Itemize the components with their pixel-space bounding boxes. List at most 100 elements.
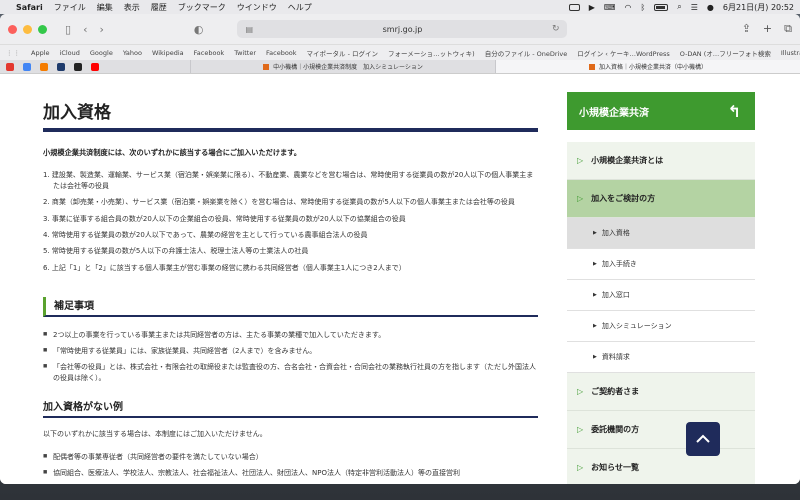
lead-text: 小規模企業共済制度には、次のいずれかに該当する場合にご加入いただけます。: [43, 148, 301, 157]
main-content: 加入資格 小規模企業共済制度には、次のいずれかに該当する場合にご加入いただけます…: [43, 88, 538, 483]
nav-label: 加入手続き: [601, 260, 637, 268]
reload-icon[interactable]: ↻: [552, 24, 560, 34]
nav-label: お知らせ一覧: [591, 463, 639, 472]
clock[interactable]: 6月21日(月) 20:52: [723, 2, 794, 13]
nav-sub-eligibility[interactable]: ▶ 加入資格: [567, 218, 755, 249]
favorite-link[interactable]: マイポータル - ログイン: [307, 48, 378, 58]
sidebar-toggle-icon[interactable]: ▯: [65, 23, 71, 36]
sidebar-header-label: 小規模企業共済: [579, 107, 649, 119]
bullet-triangle-icon: ▶: [593, 354, 597, 360]
grid-icon[interactable]: ⋮⋮: [6, 49, 21, 57]
keyboard-icon[interactable]: ⌨: [604, 3, 616, 12]
browser-toolbar: ▯ ‹ › ◐ ▤ smrj.go.jp ↻ ⇪ + ⧉: [0, 14, 800, 44]
sidebar-nav: 小規模企業共済 ↰ ▷ 小規模企業共済とは ▷ 加入をご検討の方 ▶ 加入資格: [567, 92, 755, 484]
chevron-right-icon: ▷: [577, 387, 584, 396]
battery-icon[interactable]: [654, 3, 669, 11]
list-item: 配偶者等の事業専従者（共同経営者の要件を満たしていない場合）: [43, 452, 538, 463]
ineligible-lead: 以下のいずれかに該当する場合は、本制度にはご加入いただけません。: [43, 429, 267, 438]
menu-app-name[interactable]: Safari: [16, 3, 43, 12]
nav-label: 資料請求: [601, 353, 630, 361]
new-tab-icon[interactable]: +: [763, 22, 772, 36]
favorite-link[interactable]: Facebook: [266, 49, 297, 57]
menu-window[interactable]: ウインドウ: [237, 2, 277, 13]
nav-sub-simulation[interactable]: ▶ 加入シミュレーション: [567, 311, 755, 342]
nav-label: 加入シミュレーション: [601, 322, 672, 330]
control-center-icon[interactable]: ☰: [691, 3, 698, 12]
tab-simulation[interactable]: 中小機構｜小規模企業共済制度 加入シミュレーション: [190, 60, 495, 73]
zoom-window-button[interactable]: [38, 24, 47, 34]
bullet-triangle-icon: ▶: [593, 292, 597, 298]
menu-view[interactable]: 表示: [124, 2, 140, 13]
tab-favicon-icon: [263, 63, 270, 70]
sidebar-header[interactable]: 小規模企業共済 ↰: [567, 92, 755, 130]
window-controls: [8, 24, 53, 34]
nav-sub-counter[interactable]: ▶ 加入窓口: [567, 280, 755, 311]
screen-mirroring-icon[interactable]: [568, 3, 580, 11]
menu-bookmarks[interactable]: ブックマーク: [178, 2, 226, 13]
url-text: smrj.go.jp: [382, 24, 423, 34]
nav-considering[interactable]: ▷ 加入をご検討の方: [567, 180, 755, 218]
share-icon[interactable]: ⇪: [742, 22, 751, 36]
macos-menu-bar: Safari ファイル 編集 表示 履歴 ブックマーク ウインドウ ヘルプ ▶ …: [0, 0, 800, 14]
wifi-icon[interactable]: ◠: [624, 3, 631, 12]
status-area: ▶ ⌨ ◠ ᛒ ⌕ ☰ ● 6月21日(月) 20:52: [560, 2, 794, 13]
close-window-button[interactable]: [8, 24, 17, 34]
blogger-icon[interactable]: [40, 62, 48, 71]
forward-icon[interactable]: ›: [99, 23, 103, 36]
back-to-top-button[interactable]: [686, 422, 720, 456]
chevron-right-icon: ▷: [577, 425, 584, 434]
tab-favicon-icon: [588, 63, 595, 70]
chevron-right-icon: ▷: [577, 194, 584, 203]
youtube-icon[interactable]: [91, 62, 99, 71]
list-item: 「会社等の役員」とは、株式会社・有限会社の取締役または監査役の方、合名会社・合資…: [43, 362, 538, 384]
notes-list: 2つ以上の事業を行っている事業主または共同経営者の方は、主たる事業の業種で加入し…: [43, 330, 538, 383]
list-item: 協同組合、医療法人、学校法人、宗教法人、社会福祉法人、社団法人、財団法人、NPO…: [43, 468, 538, 479]
list-item: 3. 事業に従事する組合員の数が20人以下の企業組合の役員、常時使用する従業員の…: [43, 214, 406, 223]
favorite-link[interactable]: ログイン ‹ ケーキ…WordPress: [577, 48, 670, 58]
google-icon[interactable]: [23, 62, 31, 71]
back-icon[interactable]: ‹: [83, 23, 87, 36]
bullet-triangle-icon: ▶: [593, 261, 597, 267]
favorite-link[interactable]: フォーメーショ…ットウィキ): [388, 48, 475, 58]
menu-file[interactable]: ファイル: [54, 2, 86, 13]
nav-about[interactable]: ▷ 小規模企業共済とは: [567, 142, 755, 180]
favorite-link[interactable]: Google: [90, 49, 113, 57]
nav-agencies[interactable]: ▷ 委託機関の方: [567, 411, 755, 449]
list-item: 1. 建設業、製造業、運輸業、サービス業（宿泊業・娯楽業に限る）、不動産業、農業…: [43, 171, 534, 190]
yahoo-icon[interactable]: [6, 62, 14, 71]
play-icon[interactable]: ▶: [589, 3, 595, 12]
nav-sub-procedure[interactable]: ▶ 加入手続き: [567, 249, 755, 280]
menu-edit[interactable]: 編集: [97, 2, 113, 13]
nav-news[interactable]: ▷ お知らせ一覧: [567, 449, 755, 484]
bluetooth-icon[interactable]: ᛒ: [640, 3, 645, 12]
favorite-link[interactable]: O-DAN (オ…フリーフォト検索: [680, 48, 771, 58]
ineligible-heading: 加入資格がない例: [43, 398, 538, 418]
tab-overview-icon[interactable]: ⧉: [784, 22, 792, 36]
favorite-link[interactable]: 自分のファイル - OneDrive: [485, 48, 568, 58]
nav-label: 加入窓口: [601, 291, 630, 299]
nav-label: 委託機関の方: [591, 425, 640, 434]
privacy-shield-icon[interactable]: ◐: [194, 23, 204, 36]
favorite-link[interactable]: Wikipedia: [152, 49, 184, 57]
amazon-icon[interactable]: [74, 62, 82, 71]
toolbar-actions: ⇪ + ⧉: [730, 22, 792, 36]
favorite-link[interactable]: Yahoo: [123, 49, 142, 57]
search-icon[interactable]: ⌕: [677, 2, 681, 12]
menu-help[interactable]: ヘルプ: [288, 2, 312, 13]
favorite-link[interactable]: iCloud: [60, 49, 80, 57]
address-bar[interactable]: ▤ smrj.go.jp ↻: [237, 20, 568, 38]
favorite-link[interactable]: Twitter: [234, 49, 256, 57]
favorites-bar: ⋮⋮ Apple iCloud Google Yahoo Wikipedia F…: [0, 44, 800, 60]
siri-icon[interactable]: ●: [707, 3, 714, 12]
favorite-link[interactable]: Apple: [31, 49, 50, 57]
minimize-window-button[interactable]: [23, 24, 32, 34]
favorite-link[interactable]: Illustrations | unDraw: [781, 49, 800, 57]
pinned-tabs: [0, 60, 190, 73]
site-icon[interactable]: [57, 62, 65, 71]
nav-label: 加入資格: [601, 229, 630, 237]
tab-eligibility[interactable]: 加入資格｜小規模企業共済（中小機構）: [495, 60, 800, 73]
favorite-link[interactable]: Facebook: [194, 49, 225, 57]
nav-contractors[interactable]: ▷ ご契約者さま: [567, 373, 755, 411]
nav-sub-request[interactable]: ▶ 資料請求: [567, 342, 755, 373]
menu-history[interactable]: 履歴: [151, 2, 167, 13]
